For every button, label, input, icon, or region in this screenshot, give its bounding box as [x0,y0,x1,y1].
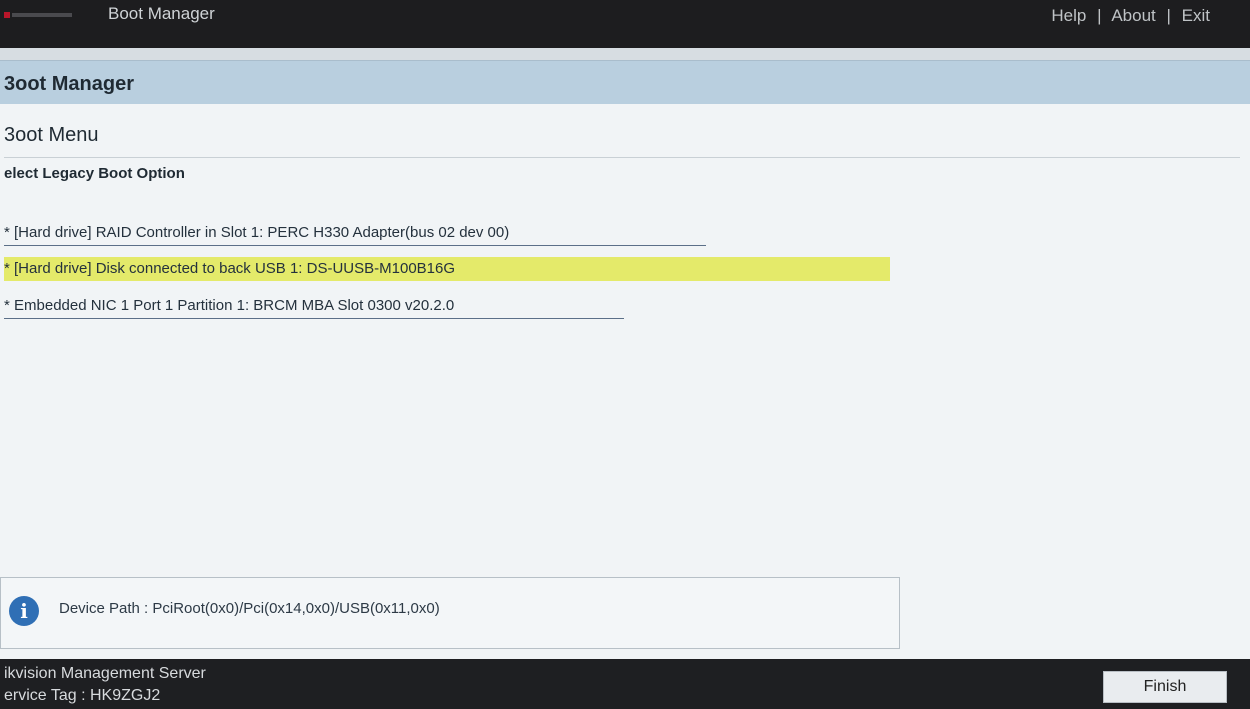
app-title: Boot Manager [108,4,215,23]
server-name: ikvision Management Server [4,665,206,682]
device-path-text: Device Path : PciRoot(0x0)/Pci(0x14,0x0)… [59,600,440,617]
link-separator: | [1097,6,1102,25]
info-box: i Device Path : PciRoot(0x0)/Pci(0x14,0x… [0,577,900,649]
topbar-links: Help | About | Exit [1051,6,1210,26]
main-content: 3oot Menu elect Legacy Boot Option * [Ha… [0,104,1250,659]
info-icon: i [9,596,39,626]
help-link[interactable]: Help [1051,6,1086,25]
about-link[interactable]: About [1111,6,1155,25]
title-band: 3oot Manager [0,60,1250,105]
header-strip [0,48,1250,60]
boot-option-usb-disk[interactable]: * [Hard drive] Disk connected to back US… [4,257,890,281]
boot-option-embedded-nic[interactable]: * Embedded NIC 1 Port 1 Partition 1: BRC… [4,294,624,319]
top-bar: Boot Manager Help | About | Exit [0,0,1250,48]
service-tag: ervice Tag : HK9ZGJ2 [4,687,161,704]
menu-title: 3oot Menu [4,124,99,146]
exit-link[interactable]: Exit [1182,6,1210,25]
divider [4,157,1240,158]
brand-logo-icon [4,12,72,18]
page-title: 3oot Manager [4,73,135,95]
section-label: elect Legacy Boot Option [4,165,185,182]
boot-option-raid-controller[interactable]: * [Hard drive] RAID Controller in Slot 1… [4,221,706,246]
link-separator: | [1166,6,1171,25]
finish-button[interactable]: Finish [1103,671,1227,703]
bottom-bar: ikvision Management Server ervice Tag : … [0,659,1250,709]
